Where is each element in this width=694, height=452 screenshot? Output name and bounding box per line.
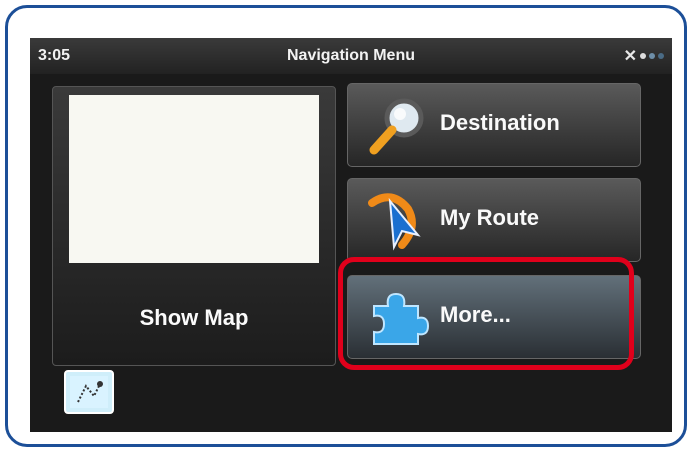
gps-dot: [649, 53, 655, 59]
destination-label: Destination: [440, 110, 560, 135]
my-route-label: My Route: [440, 205, 539, 230]
gps-dot: [658, 53, 664, 59]
magnifier-icon: [369, 98, 424, 155]
gps-status: ✕: [624, 46, 664, 66]
destination-button[interactable]: Destination: [347, 83, 641, 167]
status-bar: 3:05 Navigation Menu ✕: [30, 38, 672, 74]
show-map-button[interactable]: Show Map: [52, 86, 336, 366]
map-preview: [69, 95, 319, 263]
map-icon[interactable]: [64, 370, 114, 414]
my-route-button[interactable]: My Route: [347, 178, 641, 262]
gps-dot: [640, 53, 646, 59]
route-arrow-icon: [368, 193, 421, 251]
page-title: Navigation Menu: [286, 47, 415, 64]
highlight-annotation: [338, 257, 634, 370]
satellite-icon: ✕: [623, 48, 637, 65]
show-map-label: Show Map: [139, 305, 249, 330]
